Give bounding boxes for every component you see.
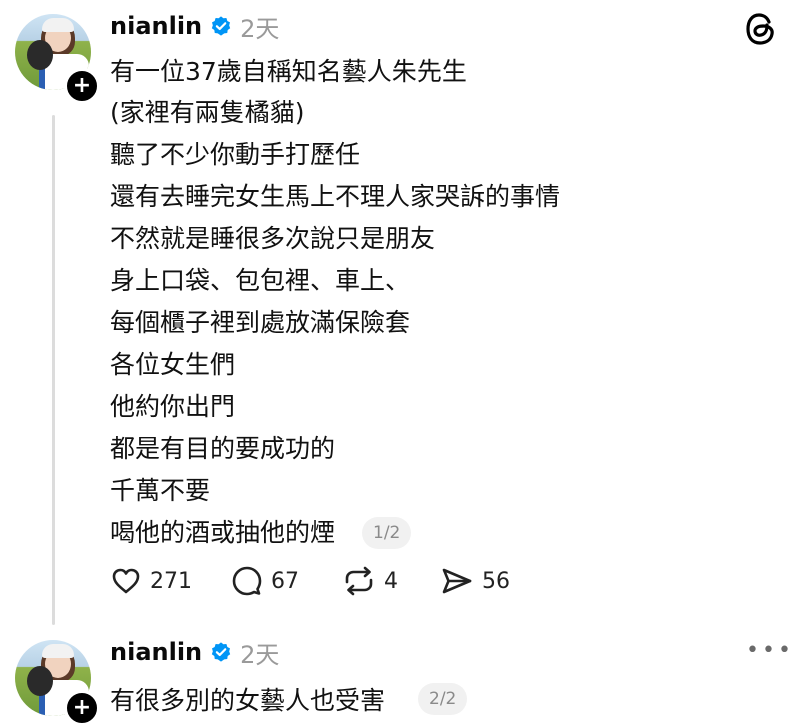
like-count: 271 xyxy=(150,568,192,594)
post-text-line: 有一位37歲自稱知名藝人朱先生 xyxy=(110,57,467,86)
post-text-line: 千萬不要 xyxy=(110,476,211,505)
comment-button[interactable]: 67 xyxy=(231,565,299,597)
threads-logo-icon[interactable] xyxy=(742,10,780,52)
post-text-line: 聽了不少你動手打歷任 xyxy=(110,140,361,169)
post-text-line: (家裡有兩隻橘貓) xyxy=(110,98,305,127)
username[interactable]: nianlin xyxy=(110,638,202,666)
verified-badge-icon xyxy=(211,642,231,662)
post-text-line: 都是有目的要成功的 xyxy=(110,434,336,463)
post-time[interactable]: 2天 xyxy=(240,9,279,44)
post-text-line: 還有去睡完女生馬上不理人家哭訴的事情 xyxy=(110,182,561,211)
comment-bubble-icon xyxy=(232,566,262,596)
heart-icon xyxy=(112,568,140,594)
follow-add-icon[interactable]: + xyxy=(64,690,100,726)
like-button[interactable]: 271 xyxy=(110,565,192,597)
post-header: nianlin 2天 xyxy=(110,635,279,670)
share-count: 56 xyxy=(482,568,510,594)
page-indicator-badge: 1/2 xyxy=(362,517,412,549)
post-text-line: 身上口袋、包包裡、車上、 xyxy=(110,266,411,295)
post-text-line: 每個櫃子裡到處放滿保險套 xyxy=(110,308,411,337)
post-text-line: 他約你出門 xyxy=(110,392,236,421)
post-text-line: 有很多別的女藝人也受害 xyxy=(110,686,386,715)
username[interactable]: nianlin xyxy=(110,12,202,40)
more-options-icon[interactable]: ••• xyxy=(746,638,794,663)
post-time[interactable]: 2天 xyxy=(240,635,279,670)
verified-badge-icon xyxy=(211,16,231,36)
repost-count: 4 xyxy=(384,568,398,594)
post-text-line: 各位女生們 xyxy=(110,350,236,379)
repost-button[interactable]: 4 xyxy=(342,565,398,597)
post-text-line: 不然就是睡很多次說只是朋友 xyxy=(110,224,436,253)
page-indicator-badge: 2/2 xyxy=(418,683,468,715)
follow-add-icon[interactable]: + xyxy=(64,68,100,104)
comment-count: 67 xyxy=(271,568,299,594)
repost-icon xyxy=(345,566,373,596)
post-header: nianlin 2天 xyxy=(110,9,279,44)
share-button[interactable]: 56 xyxy=(440,565,510,597)
thread-connector-line xyxy=(52,115,55,625)
send-icon xyxy=(442,568,472,594)
post-text-line: 喝他的酒或抽他的煙 xyxy=(110,518,336,547)
